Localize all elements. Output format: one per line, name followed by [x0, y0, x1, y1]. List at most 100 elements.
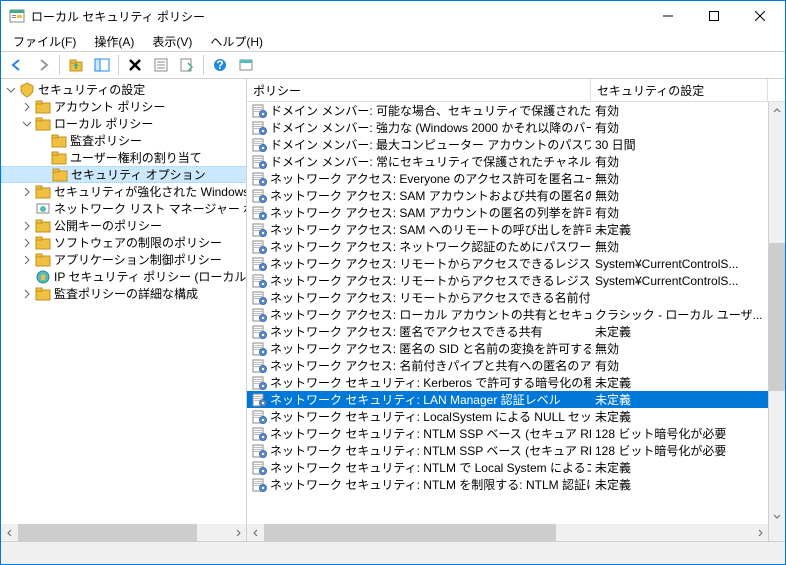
menu-view[interactable]: 表示(V): [144, 32, 200, 51]
tree-hscroll[interactable]: [1, 524, 246, 541]
forward-button[interactable]: [31, 53, 55, 77]
col-setting-header[interactable]: セキュリティの設定: [591, 79, 768, 101]
policy-cell: ネットワーク アクセス: 名前付きパイプと共有への匿名のアクセスを制...: [247, 357, 591, 374]
list-row[interactable]: ネットワーク アクセス: ローカル アカウントの共有とセキュリティ モデルクラシ…: [247, 306, 785, 323]
setting-cell: System¥CurrentControlS...: [591, 274, 768, 288]
scroll-thumb[interactable]: [769, 243, 785, 390]
list-row[interactable]: ネットワーク アクセス: SAM アカウントおよび共有の匿名の列挙を許...無効: [247, 187, 785, 204]
list-vscroll[interactable]: [768, 102, 785, 524]
scroll-thumb[interactable]: [18, 524, 197, 541]
tree-label: セキュリティが強化された Windows Defer: [54, 183, 247, 200]
expander-icon[interactable]: [19, 184, 35, 200]
policy-text: ネットワーク アクセス: 名前付きパイプと共有への匿名のアクセスを制...: [270, 357, 591, 374]
policy-icon: [251, 256, 267, 272]
tree-label: ネットワーク リスト マネージャー ポリシー: [54, 200, 247, 217]
list-row[interactable]: ネットワーク セキュリティ: NTLM を制限する: NTLM 認証に対するリ.…: [247, 476, 785, 493]
tree-audit-policy[interactable]: 監査ポリシー: [1, 132, 247, 149]
scroll-right-button[interactable]: [751, 524, 768, 541]
policy-text: ネットワーク セキュリティ: Kerberos で許可する暗号化の種類を構成..…: [270, 374, 591, 391]
scroll-left-button[interactable]: [247, 524, 264, 541]
policy-text: ネットワーク セキュリティ: NTLM SSP ベース (セキュア RPC を含…: [270, 425, 591, 442]
list-row[interactable]: ネットワーク セキュリティ: NTLM で Local System によるコン…: [247, 459, 785, 476]
list-row[interactable]: ネットワーク セキュリティ: NTLM SSP ベース (セキュア RPC を含…: [247, 425, 785, 442]
tree-account-policy[interactable]: アカウント ポリシー: [1, 98, 247, 115]
list-row[interactable]: ドメイン メンバー: 最大コンピューター アカウントのパスワードの有効期間30 …: [247, 136, 785, 153]
expander-icon[interactable]: [19, 218, 35, 234]
policy-icon: [251, 137, 267, 153]
scroll-track[interactable]: [769, 119, 785, 507]
tree-user-rights[interactable]: ユーザー権利の割り当て: [1, 149, 247, 166]
list-row[interactable]: ネットワーク アクセス: Everyone のアクセス許可を匿名ユーザーに適..…: [247, 170, 785, 187]
scroll-up-button[interactable]: [769, 102, 785, 119]
list-row[interactable]: ドメイン メンバー: 可能な場合、セキュリティで保護されたチャネルのデ...有効: [247, 102, 785, 119]
policy-icon: [251, 443, 267, 459]
policy-cell: ネットワーク セキュリティ: NTLM SSP ベース (セキュア RPC を含…: [247, 425, 591, 442]
list-row[interactable]: ネットワーク セキュリティ: LocalSystem による NULL セッショ…: [247, 408, 785, 425]
tree-root[interactable]: セキュリティの設定: [1, 81, 247, 98]
list-hscroll[interactable]: [247, 524, 785, 541]
minimize-button[interactable]: [645, 1, 691, 31]
expander-icon[interactable]: [19, 235, 35, 251]
menubar: ファイル(F) 操作(A) 表示(V) ヘルプ(H): [1, 31, 785, 51]
expander-icon[interactable]: [3, 82, 19, 98]
expander-icon[interactable]: [19, 99, 35, 115]
scroll-down-button[interactable]: [769, 507, 785, 524]
menu-help[interactable]: ヘルプ(H): [202, 32, 271, 51]
toolbar-separator: [203, 55, 204, 75]
export-button[interactable]: [175, 53, 199, 77]
list-row[interactable]: ネットワーク アクセス: リモートからアクセスできるレジストリのパスSystem…: [247, 255, 785, 272]
expander-icon[interactable]: [19, 286, 35, 302]
list-row[interactable]: ネットワーク アクセス: 匿名でアクセスできる共有未定義: [247, 323, 785, 340]
tree-app-control[interactable]: アプリケーション制御ポリシー: [1, 251, 247, 268]
tree-public-key[interactable]: 公開キーのポリシー: [1, 217, 247, 234]
list-row[interactable]: ネットワーク アクセス: SAM アカウントの匿名の列挙を許可しない有効: [247, 204, 785, 221]
policy-text: ネットワーク セキュリティ: LAN Manager 認証レベル: [270, 391, 561, 408]
close-button[interactable]: [737, 1, 783, 31]
scroll-left-button[interactable]: [1, 524, 18, 541]
list-row[interactable]: ネットワーク セキュリティ: Kerberos で許可する暗号化の種類を構成..…: [247, 374, 785, 391]
scroll-corner: [768, 524, 785, 541]
tree-local-policy[interactable]: ローカル ポリシー: [1, 115, 247, 132]
maximize-button[interactable]: [691, 1, 737, 31]
menu-file[interactable]: ファイル(F): [5, 32, 84, 51]
policy-cell: ネットワーク アクセス: ローカル アカウントの共有とセキュリティ モデル: [247, 306, 591, 323]
tree-network-list[interactable]: ネットワーク リスト マネージャー ポリシー: [1, 200, 247, 217]
list-row[interactable]: ネットワーク アクセス: リモートからアクセスできるレジストリのパスおよ...S…: [247, 272, 785, 289]
list-row[interactable]: ネットワーク アクセス: リモートからアクセスできる名前付きパイプ: [247, 289, 785, 306]
expander-icon[interactable]: [19, 252, 35, 268]
help-button[interactable]: ?: [208, 53, 232, 77]
list-row[interactable]: ネットワーク アクセス: ネットワーク認証のためにパスワードおよび資格...無効: [247, 238, 785, 255]
tree-software-restriction[interactable]: ソフトウェアの制限のポリシー: [1, 234, 247, 251]
tree-ipsec[interactable]: IP セキュリティ ポリシー (ローカル コンピュー: [1, 268, 247, 285]
expander-icon[interactable]: [19, 116, 35, 132]
list-row[interactable]: ドメイン メンバー: 常にセキュリティで保護されたチャネルのデータをデジ...有…: [247, 153, 785, 170]
list-row[interactable]: ネットワーク セキュリティ: LAN Manager 認証レベル未定義: [247, 391, 785, 408]
tree-advanced-audit[interactable]: 監査ポリシーの詳細な構成: [1, 285, 247, 302]
list-row[interactable]: ドメイン メンバー: 強力な (Windows 2000 かそれ以降のバージョン…: [247, 119, 785, 136]
delete-button[interactable]: [123, 53, 147, 77]
scroll-track[interactable]: [18, 524, 229, 541]
list-row[interactable]: ネットワーク アクセス: 名前付きパイプと共有への匿名のアクセスを制...有効: [247, 357, 785, 374]
policy-cell: ネットワーク アクセス: SAM アカウントの匿名の列挙を許可しない: [247, 204, 591, 221]
list-row[interactable]: ネットワーク アクセス: 匿名の SID と名前の変換を許可する無効: [247, 340, 785, 357]
tree-security-options[interactable]: セキュリティ オプション: [1, 166, 247, 183]
tree-firewall[interactable]: セキュリティが強化された Windows Defer: [1, 183, 247, 200]
list-row[interactable]: ネットワーク アクセス: SAM へのリモートの呼び出しを許可するクライ...未…: [247, 221, 785, 238]
policy-text: ネットワーク アクセス: ローカル アカウントの共有とセキュリティ モデル: [270, 306, 591, 323]
policy-icon: [251, 103, 267, 119]
scroll-thumb[interactable]: [264, 524, 556, 541]
properties-button[interactable]: [149, 53, 173, 77]
refresh-button[interactable]: [234, 53, 258, 77]
list-row[interactable]: ネットワーク セキュリティ: NTLM SSP ベース (セキュア RPC を含…: [247, 442, 785, 459]
back-button[interactable]: [5, 53, 29, 77]
policy-cell: ネットワーク セキュリティ: LocalSystem による NULL セッショ…: [247, 408, 591, 425]
scroll-track[interactable]: [264, 524, 751, 541]
folder-icon: [35, 286, 51, 302]
policy-cell: ドメイン メンバー: 強力な (Windows 2000 かそれ以降のバージョン…: [247, 119, 591, 136]
menu-action[interactable]: 操作(A): [86, 32, 142, 51]
up-button[interactable]: [64, 53, 88, 77]
show-hide-tree-button[interactable]: [90, 53, 114, 77]
policy-icon: [251, 358, 267, 374]
scroll-right-button[interactable]: [229, 524, 246, 541]
col-policy-header[interactable]: ポリシー: [247, 79, 591, 101]
